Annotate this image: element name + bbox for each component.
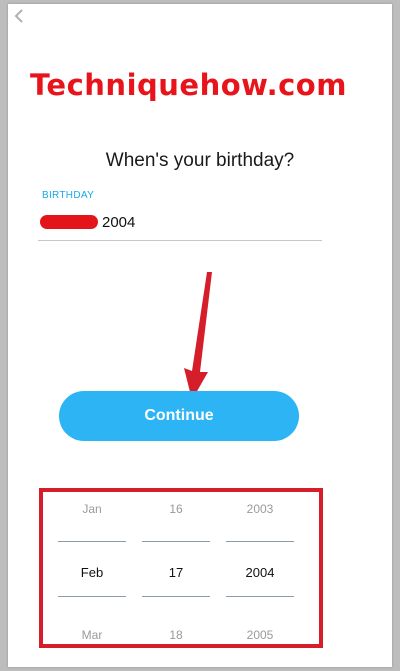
birthday-field-label: BIRTHDAY	[42, 190, 95, 201]
birthday-screen: Techniquehow.com When's your birthday? B…	[8, 4, 392, 667]
continue-button[interactable]: Continue	[59, 391, 299, 441]
page-title: When's your birthday?	[105, 150, 295, 171]
selection-line	[142, 596, 210, 597]
selection-line	[58, 541, 126, 542]
year-option-selected[interactable]: 2004	[226, 565, 294, 580]
redaction-mark	[40, 215, 98, 229]
watermark: Techniquehow.com	[30, 68, 347, 102]
month-wheel[interactable]: Jan Feb Mar	[58, 492, 126, 644]
birthday-field-value-wrap: 2004	[38, 214, 135, 231]
selection-line	[226, 541, 294, 542]
annotation-arrow	[184, 272, 212, 400]
birthday-field[interactable]: 2004	[38, 208, 322, 241]
month-option-next[interactable]: Mar	[58, 628, 126, 642]
month-option-prev[interactable]: Jan	[58, 502, 126, 516]
year-option-next[interactable]: 2005	[226, 628, 294, 642]
date-picker[interactable]: Jan Feb Mar 16 17 18 2003 2004 2005	[48, 492, 318, 644]
day-wheel[interactable]: 16 17 18	[142, 492, 210, 644]
day-option-prev[interactable]: 16	[142, 502, 210, 516]
year-wheel[interactable]: 2003 2004 2005	[226, 492, 294, 644]
month-option-selected[interactable]: Feb	[58, 565, 126, 580]
selection-line	[142, 541, 210, 542]
selection-line	[58, 596, 126, 597]
selection-line	[226, 596, 294, 597]
year-option-prev[interactable]: 2003	[226, 502, 294, 516]
continue-button-label: Continue	[144, 407, 214, 424]
birthday-field-value: 2004	[102, 214, 136, 231]
back-icon[interactable]	[11, 6, 27, 26]
day-option-next[interactable]: 18	[142, 628, 210, 642]
day-option-selected[interactable]: 17	[142, 565, 210, 580]
